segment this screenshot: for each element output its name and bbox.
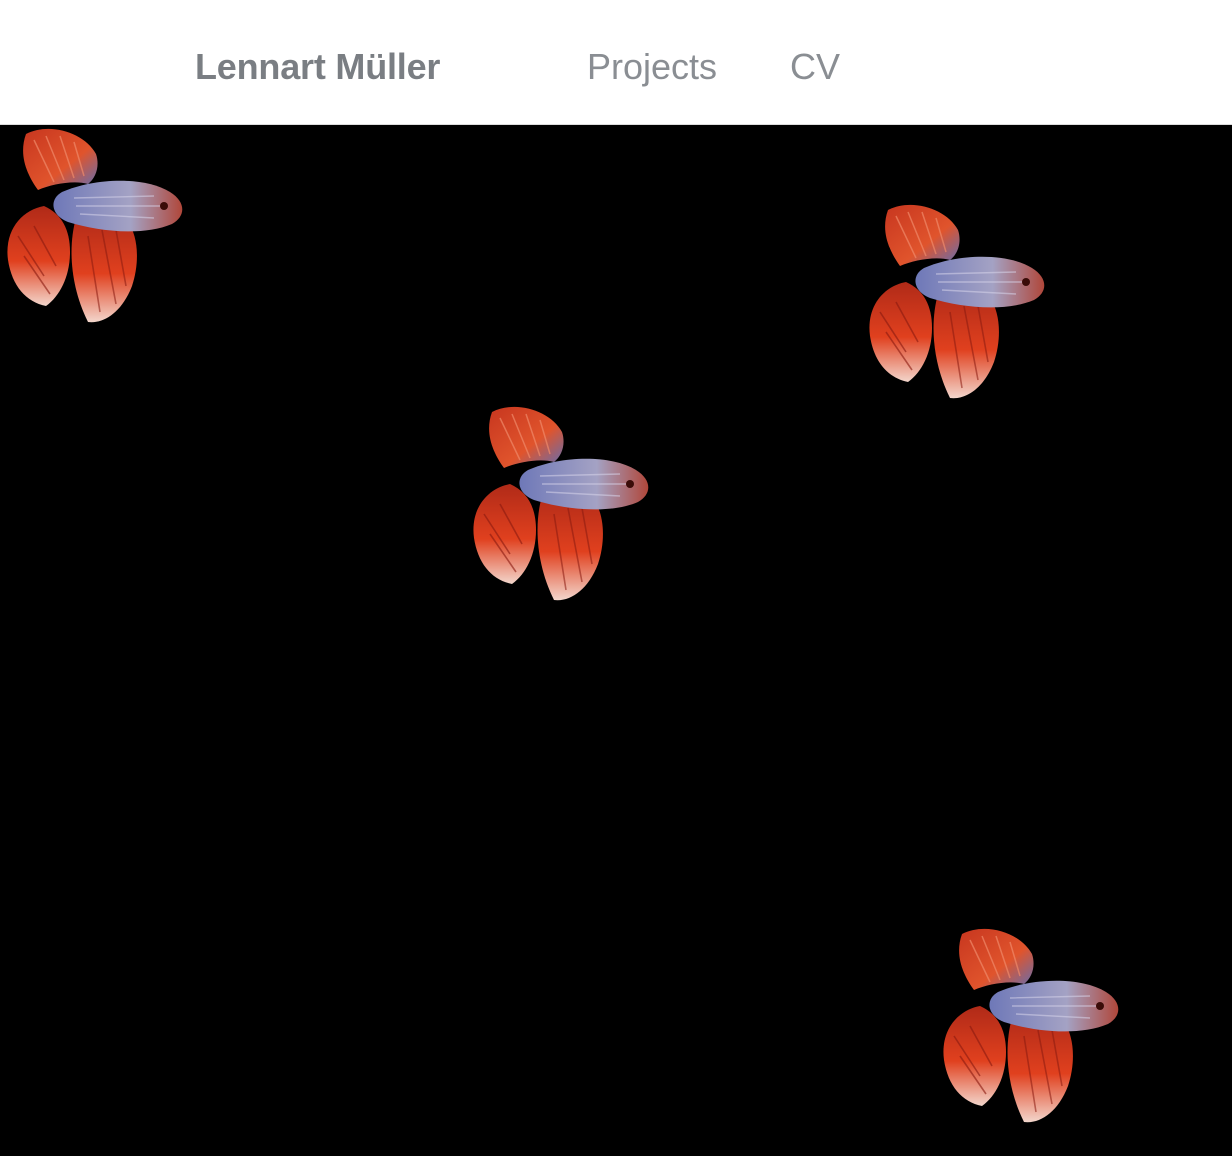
- top-navigation-bar: Lennart Müller Projects CV: [0, 0, 1232, 125]
- betta-fish-icon: [6, 128, 184, 324]
- nav-link-cv[interactable]: CV: [790, 46, 840, 88]
- betta-fish-icon: [942, 928, 1120, 1124]
- nav-link-projects[interactable]: Projects: [587, 46, 717, 88]
- aquarium-canvas: [0, 126, 1232, 1156]
- betta-fish-icon: [472, 406, 650, 602]
- site-title-link[interactable]: Lennart Müller: [195, 46, 440, 88]
- betta-fish-icon: [868, 204, 1046, 400]
